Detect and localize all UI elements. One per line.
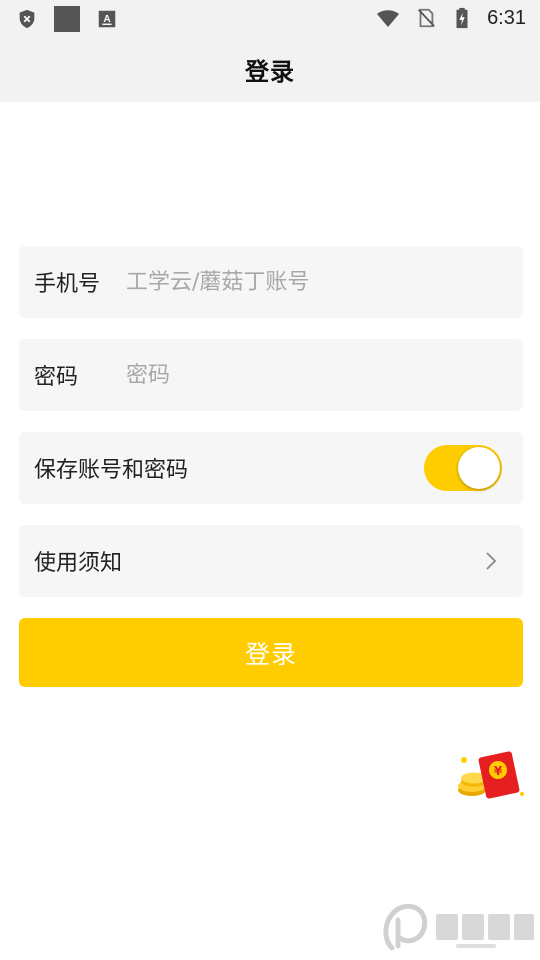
phone-field-row[interactable]: 手机号	[19, 246, 523, 318]
no-sim-icon	[418, 8, 435, 28]
toggle-knob	[458, 447, 500, 489]
phone-label: 手机号	[34, 272, 101, 297]
app-header: 登录	[0, 36, 540, 102]
square-icon	[54, 6, 80, 32]
status-right: 6:31	[375, 5, 526, 31]
wifi-icon	[377, 10, 400, 27]
login-button[interactable]: 登录	[19, 618, 523, 687]
svg-text:¥: ¥	[494, 764, 503, 778]
keyboard-a-icon: A	[98, 10, 116, 28]
terms-row[interactable]: 使用须知	[19, 525, 523, 597]
watermark-logo	[383, 903, 534, 951]
phone-input[interactable]	[126, 269, 486, 295]
password-label: 密码	[34, 365, 79, 390]
status-time: 6:31	[487, 7, 526, 29]
status-left: A	[16, 6, 118, 32]
password-input[interactable]	[126, 362, 486, 388]
terms-label: 使用须知	[34, 551, 123, 576]
red-packet-icon[interactable]: ¥	[452, 750, 528, 800]
password-field-row[interactable]: 密码	[19, 339, 523, 411]
battery-charging-icon	[456, 7, 468, 29]
chevron-right-icon	[486, 552, 497, 570]
page-title: 登录	[245, 57, 295, 86]
save-credentials-toggle[interactable]	[424, 445, 502, 491]
save-credentials-row: 保存账号和密码	[19, 432, 523, 504]
status-bar: A 6:31	[0, 0, 540, 36]
shield-x-icon	[19, 9, 35, 29]
svg-text:A: A	[103, 14, 111, 25]
